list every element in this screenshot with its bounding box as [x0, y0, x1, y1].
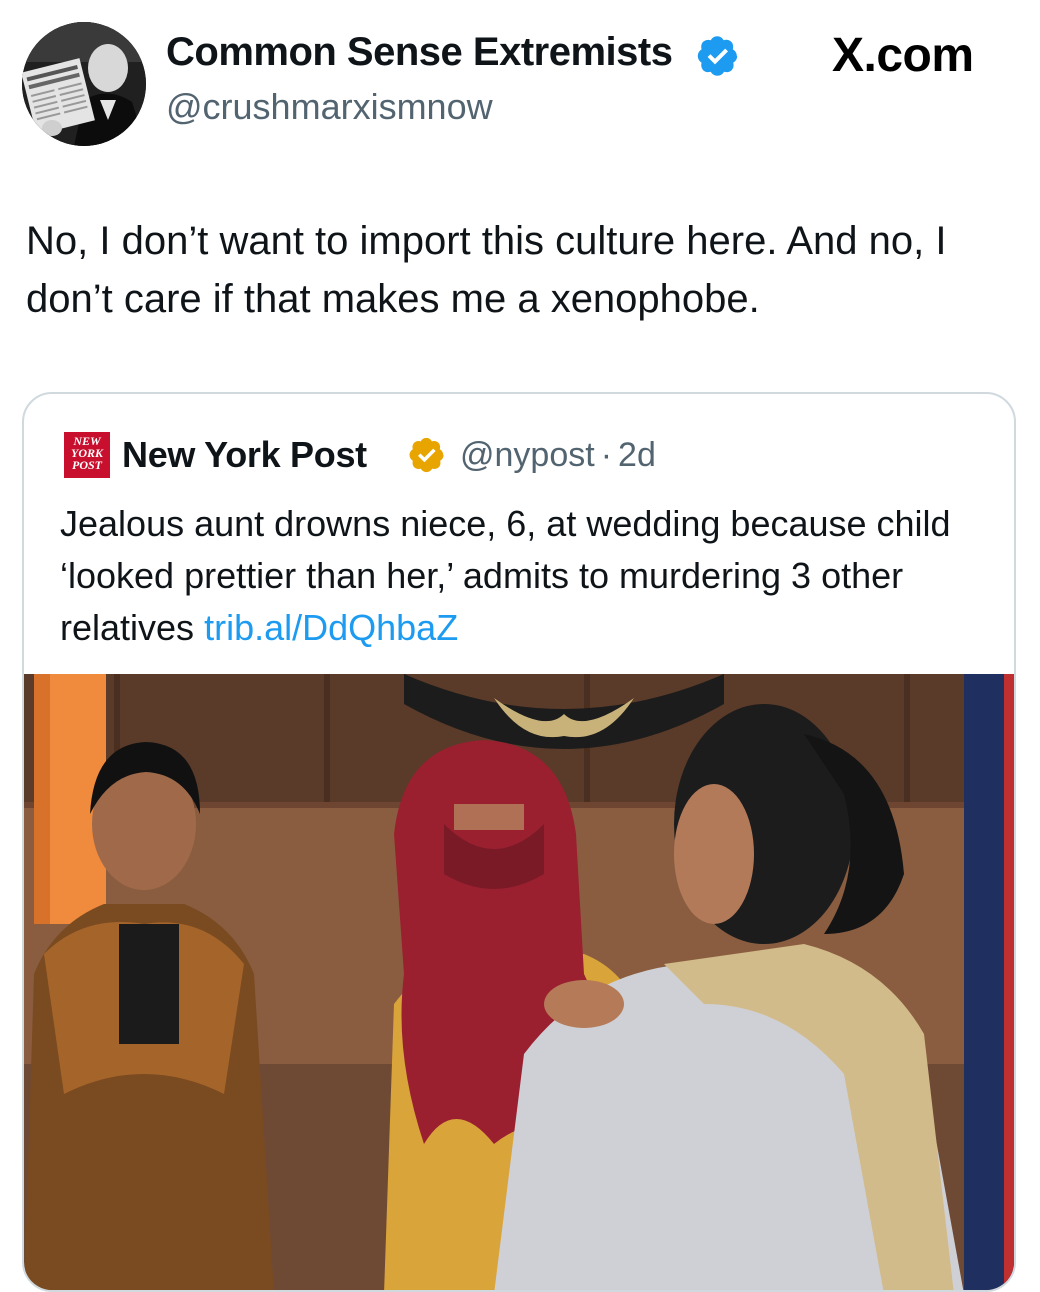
- quoted-tweet-body: Jealous aunt drowns niece, 6, at wedding…: [60, 503, 951, 648]
- tweet-text: No, I don’t want to import this culture …: [26, 219, 947, 321]
- quoted-tweet-link[interactable]: trib.al/DdQhbaZ: [204, 607, 458, 648]
- quoted-tweet-card[interactable]: NEW YORK POST New York Post @nypost · 2d J…: [22, 392, 1016, 1292]
- quoted-tweet-text: Jealous aunt drowns niece, 6, at wedding…: [60, 498, 1000, 654]
- quoted-handle-and-age: @nypost · 2d: [460, 436, 656, 475]
- quoted-author-display-name[interactable]: New York Post: [122, 434, 367, 476]
- x-com-logo-text: X.com: [832, 29, 974, 82]
- new-york-post-logo-icon: NEW YORK POST: [64, 432, 110, 478]
- separator-dot: ·: [600, 436, 613, 474]
- author-handle[interactable]: @crushmarxismnow: [166, 86, 493, 128]
- verified-gold-badge-icon[interactable]: [408, 436, 446, 474]
- author-display-name[interactable]: Common Sense Extremists: [166, 30, 673, 75]
- quoted-author-handle[interactable]: @nypost: [460, 436, 595, 474]
- logo-line: POST: [72, 458, 102, 472]
- news-photo-image: [24, 674, 1014, 1290]
- avatar-image: [22, 22, 146, 146]
- quoted-tweet-age[interactable]: 2d: [618, 436, 656, 474]
- quoted-tweet-photo[interactable]: [24, 674, 1014, 1290]
- verified-badge-icon[interactable]: [696, 34, 740, 78]
- avatar[interactable]: [22, 22, 146, 146]
